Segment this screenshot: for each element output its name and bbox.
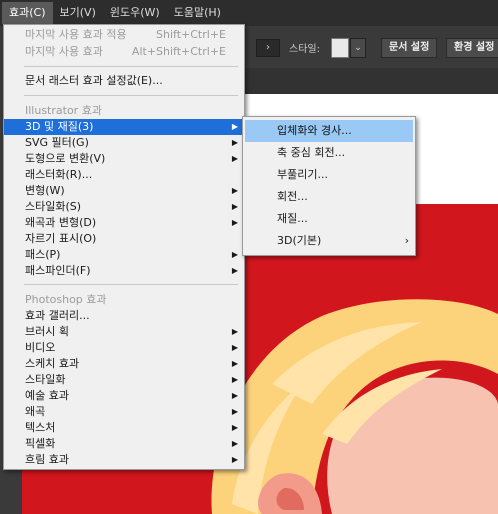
- submenu-arrow-icon: ▶: [231, 407, 238, 416]
- menu-item-sketch[interactable]: 스케치 효과 ▶: [4, 356, 244, 372]
- submenu-arrow-icon: ▶: [231, 359, 238, 368]
- menu-item-label: 변형(W): [25, 184, 65, 197]
- control-dropdown[interactable]: ›: [256, 39, 280, 57]
- menu-item-label: 예술 효과: [25, 389, 69, 402]
- menu-item-convert-to-shape[interactable]: 도형으로 변환(V) ▶: [4, 151, 244, 167]
- menu-item-label: 부풀리기...: [277, 168, 328, 181]
- menu-item-distort-transform[interactable]: 변형(W) ▶: [4, 183, 244, 199]
- menu-item-blur[interactable]: 흐림 효과 ▶: [4, 452, 244, 468]
- menu-item-3d-materials[interactable]: 3D 및 재질(3) ▶: [4, 119, 244, 135]
- menu-window[interactable]: 윈도우(W): [103, 2, 167, 24]
- menu-item-pixelate[interactable]: 픽셀화 ▶: [4, 436, 244, 452]
- submenu-arrow-icon: ▶: [231, 250, 238, 259]
- photoshop-effects-header: Photoshop 효과: [25, 293, 107, 306]
- menu-view[interactable]: 보기(V): [53, 2, 103, 24]
- menu-item-path[interactable]: 패스(P) ▶: [4, 247, 244, 263]
- menu-item-label: 스타일화(S): [25, 200, 82, 213]
- submenu-arrow-icon: ▶: [231, 455, 238, 464]
- submenu-arrow-icon: ▶: [231, 439, 238, 448]
- menu-item-brush-strokes[interactable]: 브러시 획 ▶: [4, 324, 244, 340]
- menu-effect[interactable]: 효과(C): [2, 2, 53, 24]
- menu-item-label: 문서 래스터 효과 설정값(E)...: [25, 74, 163, 87]
- menu-item-extrude-bevel[interactable]: 입체화와 경사...: [245, 120, 413, 142]
- style-dropdown[interactable]: ⌄: [350, 38, 366, 58]
- menu-item-label: 축 중심 회전...: [277, 146, 346, 159]
- menu-item-label: 입체화와 경사...: [277, 124, 352, 137]
- submenu-arrow-icon: ▶: [231, 391, 238, 400]
- menu-item-artistic[interactable]: 예술 효과 ▶: [4, 388, 244, 404]
- submenu-arrow-icon: ▶: [231, 423, 238, 432]
- submenu-arrow-icon: ▶: [231, 218, 238, 227]
- style-label: 스타일:: [289, 44, 320, 55]
- menu-item-label: 마지막 사용 효과: [25, 45, 103, 58]
- menu-item-label: 텍스처: [25, 421, 56, 434]
- menu-separator: [24, 284, 238, 285]
- menu-item-distort[interactable]: 왜곡 ▶: [4, 404, 244, 420]
- submenu-arrow-icon: ▶: [231, 186, 238, 195]
- menu-item-label: 재질...: [277, 212, 308, 225]
- menu-item-label: 스케치 효과: [25, 357, 80, 370]
- shortcut-label: Alt+Shift+Ctrl+E: [131, 45, 226, 58]
- menu-bar: 효과(C) 보기(V) 윈도우(W) 도움말(H): [0, 0, 498, 26]
- last-effect[interactable]: 마지막 사용 효과 Alt+Shift+Ctrl+E: [4, 44, 244, 60]
- menu-item-label: 왜곡: [25, 405, 46, 418]
- menu-item-rasterize[interactable]: 래스터화(R)...: [4, 167, 244, 183]
- menu-item-label: 흐림 효과: [25, 453, 69, 466]
- menu-item-video[interactable]: 비디오 ▶: [4, 340, 244, 356]
- menu-separator: [24, 66, 238, 67]
- menu-help[interactable]: 도움말(H): [167, 2, 228, 24]
- menu-item-label: 회전...: [277, 190, 308, 203]
- menu-item-stylize[interactable]: 스타일화(S) ▶: [4, 199, 244, 215]
- menu-item-label: 래스터화(R)...: [25, 168, 93, 181]
- menu-item-label: 브러시 획: [25, 325, 69, 338]
- apply-last-effect[interactable]: 마지막 사용 효과 적용 Shift+Ctrl+E: [4, 27, 244, 43]
- menu-item-warp[interactable]: 왜곡과 변형(D) ▶: [4, 215, 244, 231]
- menu-item-label: 3D(기본): [277, 234, 322, 247]
- menu-item-3d-classic[interactable]: 3D(기본) ›: [243, 230, 415, 252]
- chevron-right-icon: ›: [404, 234, 409, 247]
- submenu-arrow-icon: ▶: [231, 154, 238, 163]
- menu-item-ps-stylize[interactable]: 스타일화 ▶: [4, 372, 244, 388]
- menu-item-label: 패스파인더(F): [25, 264, 91, 277]
- document-setup-button[interactable]: 문서 설정: [381, 38, 438, 58]
- submenu-arrow-icon: ▶: [231, 122, 238, 131]
- menu-item-texture[interactable]: 텍스처 ▶: [4, 420, 244, 436]
- menu-item-label: 패스(P): [25, 248, 61, 261]
- style-swatch[interactable]: [331, 38, 349, 58]
- submenu-arrow-icon: ▶: [231, 327, 238, 336]
- menu-item-label: 왜곡과 변형(D): [25, 216, 97, 229]
- submenu-arrow-icon: ▶: [231, 343, 238, 352]
- shortcut-label: Shift+Ctrl+E: [156, 28, 226, 41]
- preferences-button[interactable]: 환경 설정: [446, 38, 498, 58]
- menu-item-label: 효과 갤러리...: [25, 309, 90, 322]
- menu-item-label: 비디오: [25, 341, 56, 354]
- menu-separator: [24, 95, 238, 96]
- menu-item-label: 도형으로 변환(V): [25, 152, 106, 165]
- menu-item-revolve[interactable]: 축 중심 회전...: [243, 142, 415, 164]
- effect-menu: 마지막 사용 효과 적용 Shift+Ctrl+E 마지막 사용 효과 Alt+…: [3, 24, 245, 470]
- submenu-arrow-icon: ▶: [231, 375, 238, 384]
- menu-item-label: 마지막 사용 효과 적용: [25, 28, 127, 41]
- menu-item-svg-filters[interactable]: SVG 필터(G) ▶: [4, 135, 244, 151]
- menu-item-pathfinder[interactable]: 패스파인더(F) ▶: [4, 263, 244, 279]
- menu-item-crop-marks[interactable]: 자르기 표시(O): [4, 231, 244, 247]
- menu-item-materials[interactable]: 재질...: [243, 208, 415, 230]
- menu-item-inflate[interactable]: 부풀리기...: [243, 164, 415, 186]
- menu-item-label: 픽셀화: [25, 437, 56, 450]
- submenu-arrow-icon: ▶: [231, 266, 238, 275]
- submenu-arrow-icon: ▶: [231, 202, 238, 211]
- menu-item-label: SVG 필터(G): [25, 136, 89, 149]
- submenu-arrow-icon: ▶: [231, 138, 238, 147]
- 3d-materials-submenu: 입체화와 경사... 축 중심 회전... 부풀리기... 회전... 재질..…: [242, 116, 416, 256]
- menu-item-label: 자르기 표시(O): [25, 232, 97, 245]
- menu-item-label: 3D 및 재질(3): [25, 120, 94, 133]
- menu-item-label: 스타일화: [25, 373, 66, 386]
- document-raster-effects-settings[interactable]: 문서 래스터 효과 설정값(E)...: [4, 73, 244, 89]
- menu-item-rotate[interactable]: 회전...: [243, 186, 415, 208]
- illustrator-effects-header: Illustrator 효과: [25, 104, 102, 117]
- menu-item-effect-gallery[interactable]: 효과 갤러리...: [4, 308, 244, 324]
